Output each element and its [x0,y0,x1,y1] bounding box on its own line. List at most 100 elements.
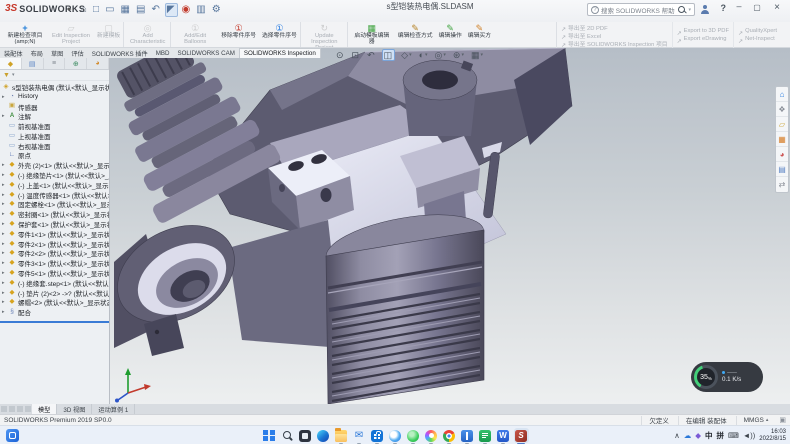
options-icon[interactable]: ⚙ [211,3,223,17]
tree-item[interactable]: 固定螺栓<1> (默认<<默认>_显示 [0,200,109,210]
status-item[interactable]: 在编辑 装配体 [678,416,736,425]
hide-show-icon[interactable]: ◎ ▾ [434,49,447,61]
tree-item[interactable]: 配合 [0,307,109,317]
tree-item[interactable]: 原点 [0,151,109,161]
command-manager-tab[interactable]: SOLIDWORKS CAM [173,48,238,58]
taskbar-app[interactable] [334,428,349,443]
taskbar-app[interactable] [352,428,367,443]
export-menu-item[interactable]: Export to 3D PDF [677,27,729,35]
command-manager-tab[interactable]: 布局 [27,48,47,58]
tab-dimxpertmanager[interactable]: ⊕ [65,58,87,69]
tree-item[interactable]: (-) 绝缘垫片<1> (默认<<默认>_显 [0,170,109,180]
taskbar-app[interactable] [514,428,529,443]
sheet-nav-button[interactable] [1,406,7,412]
search-caret-icon[interactable]: ▾ [688,7,691,13]
model-3d-view[interactable] [110,48,790,404]
tree-item[interactable]: 螺帽<2> (默认<<默认>_显示状态 [0,298,109,308]
ribbon-button[interactable]: Update Inspection Project [302,22,348,47]
taskbar-app[interactable] [370,428,385,443]
ribbon-button[interactable]: 新建检查项目 (amp;N) [2,22,48,47]
tree-item[interactable]: 右视基准面 [0,141,109,151]
ribbon-button[interactable]: 移除零件序号 [218,22,259,47]
ribbon-button[interactable]: 编辑检查方式 [395,22,436,47]
tree-item[interactable]: 密封圈<1> (默认<<默认>_显示状 [0,209,109,219]
tree-item[interactable]: (-) 温度传感器<1> (默认<<默认>_ [0,190,109,200]
tray-onedrive-icon[interactable]: ☁ [684,431,692,441]
tags-icon[interactable]: ▣ [779,416,786,424]
tray-security-icon[interactable]: ◆ [695,431,701,441]
section-view-icon[interactable]: ◫ [382,49,396,61]
tree-item[interactable]: 零件2<2> (默认<<默认>_显示状态 [0,249,109,259]
taskbar-app[interactable] [280,428,295,443]
tree-item[interactable]: s型铠装热电偶 (默认<默认_显示状态-1 [0,82,109,92]
scene-icon[interactable]: ▦ ▾ [470,49,484,61]
command-manager-tab[interactable]: SOLIDWORKS Inspection [239,48,321,58]
volume-icon[interactable]: ◄)) [743,431,755,441]
command-manager-tab[interactable]: MBD [152,48,174,58]
taskbar-app[interactable] [262,428,277,443]
tree-item[interactable]: 零件2<1> (默认<<默认>_显示状态 [0,239,109,249]
sheet-nav-button[interactable] [17,406,23,412]
command-manager-tab[interactable]: SOLIDWORKS 插件 [88,48,152,58]
ribbon-button[interactable]: 启动模板编辑器 [349,22,395,47]
tray-chevron-icon[interactable]: ∧ [674,431,680,441]
zoom-fit-icon[interactable]: ⊙ [335,49,346,61]
tree-item[interactable]: (-) 上盖<1> (默认<<默认>_显示状 [0,180,109,190]
taskbar-app[interactable] [298,428,313,443]
file-properties-icon[interactable]: ▥ [195,3,207,17]
tree-item[interactable]: 上视基准面 [0,131,109,141]
ribbon-button[interactable]: 新建模板 [94,22,124,47]
tree-item[interactable]: 零件5<1> (默认<<默认>_显示状态 [0,268,109,278]
performance-monitor-widget[interactable]: 35 % 0.1 K/s [691,362,763,392]
help-search-input[interactable]: ? 搜索 SOLIDWORKS 帮助 ▾ [587,3,695,16]
custom-properties-icon[interactable]: ▤ [776,162,788,177]
view-palette-icon[interactable]: ▦ [776,132,788,147]
close-button[interactable]: × [770,2,784,13]
tree-item[interactable]: 外壳 (2)<1> (默认<<默认>_显示状 [0,160,109,170]
touch-keyboard-icon[interactable]: ⌨ [728,431,739,441]
tree-item[interactable]: 零件3<1> (默认<<默认>_显示状态 [0,258,109,268]
tree-item[interactable]: (-) 垫片 (2)<2> ->? (默认<<默认> [0,288,109,298]
rebuild-icon[interactable]: ◉ [181,3,193,17]
tree-item[interactable]: 注解 [0,111,109,121]
ribbon-button[interactable]: 选择零件序号 [259,22,301,47]
resources-icon[interactable]: ⌂ [776,87,788,102]
search-icon[interactable] [677,5,686,14]
command-manager-tab[interactable]: 评估 [67,48,87,58]
ribbon-button[interactable]: Add/Edit Balloons [172,22,218,47]
tree-item[interactable]: 传感器 [0,102,109,112]
previous-view-icon[interactable]: ↶ [366,49,377,61]
taskbar-app[interactable] [388,428,403,443]
export-menu-item[interactable]: Export eDrawing [677,35,729,43]
view-orientation-icon[interactable]: ◇ ▾ [400,49,412,61]
tree-filter[interactable]: ▼ ▾ [0,70,109,81]
export-menu-item[interactable]: 导出至 SOLIDWORKS Inspection 项目 [561,39,668,47]
tree-item[interactable]: 前视基准面 [0,121,109,131]
menu-flyout-icon[interactable]: ▸ [68,5,72,13]
forum-icon[interactable]: ⇄ [776,177,788,192]
command-manager-tab[interactable]: 装配体 [0,48,27,58]
open-icon[interactable]: ▭ [104,3,116,17]
taskbar-app[interactable] [442,428,457,443]
select-icon[interactable]: ◤ [165,3,178,17]
taskbar-clock[interactable]: 16:03 2022/8/15 [759,429,786,442]
login-icon[interactable] [700,5,710,15]
home-icon[interactable]: ⌂ [80,3,89,17]
tab-displaymanager[interactable]: ◕ [87,58,109,69]
export-menu-item[interactable]: QualityXpert [738,27,777,35]
ribbon-button[interactable]: 编辑操作 [436,22,465,47]
appearances-icon[interactable]: ◕ [776,147,788,162]
tree-item[interactable]: History [0,92,109,102]
tab-configurationmanager[interactable]: ≡ [44,58,66,69]
graphics-viewport[interactable]: ⊙ ⊡ ↶ ◫ ◇ ▾ ◐ ▾ ◎ [110,48,790,404]
sheet-nav-button[interactable] [9,406,15,412]
command-manager-tab[interactable]: 草图 [47,48,67,58]
minimize-button[interactable]: – [732,1,746,11]
tree-item[interactable]: 保护套<1> (默认<<默认>_显示状 [0,219,109,229]
ribbon-button[interactable]: Edit Inspection Project [48,22,94,47]
ribbon-button[interactable]: Add Characteristic [125,22,171,47]
taskbar-app[interactable] [460,428,475,443]
view-tab[interactable]: 模型 [32,404,57,414]
ime-pinyin[interactable]: 拼 [717,431,725,441]
export-menu-item[interactable]: Net-Inspect [738,35,777,43]
